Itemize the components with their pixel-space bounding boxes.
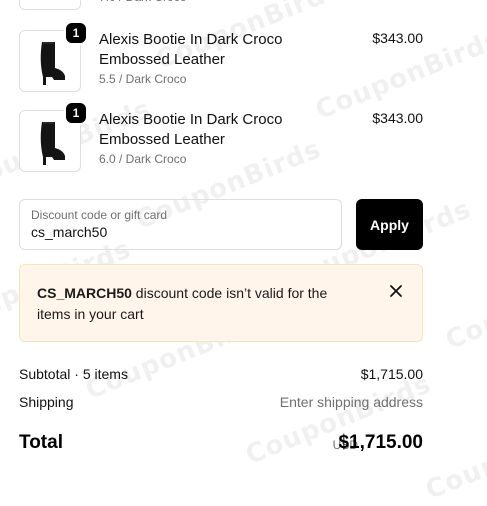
- shipping-label: Shipping: [19, 394, 74, 410]
- total-value: $1,715.00: [338, 432, 423, 453]
- boot-icon: [40, 42, 65, 85]
- item-price: $343.00: [372, 110, 423, 126]
- product-thumbnail: [19, 0, 81, 10]
- shipping-row: Shipping Enter shipping address: [19, 394, 423, 410]
- subtotal-value: $1,715.00: [360, 366, 423, 382]
- watermark: CouponBirds: [421, 404, 487, 506]
- item-variant: 6.0 / Dark Croco: [99, 152, 187, 166]
- apply-discount-button[interactable]: Apply: [356, 199, 423, 250]
- discount-error-banner: CS_MARCH50 discount code isn’t valid for…: [19, 264, 423, 342]
- item-title: Alexis Bootie In Dark Croco Embossed Lea…: [99, 31, 283, 68]
- total-label: Total: [19, 432, 63, 453]
- quantity-badge: 1: [66, 23, 86, 43]
- item-price: $343.00: [372, 30, 423, 46]
- subtotal-label: Subtotal · 5 items: [19, 366, 128, 382]
- error-code: CS_MARCH50: [37, 285, 132, 301]
- quantity-badge: 1: [66, 103, 86, 123]
- discount-field-label: Discount code or gift card: [31, 208, 168, 222]
- close-icon[interactable]: [388, 283, 404, 299]
- product-thumbnail: 1: [19, 103, 86, 172]
- product-thumbnail: 1: [19, 23, 86, 92]
- line-item: 1 Alexis Bootie In Dark Croco Embossed L…: [19, 103, 423, 174]
- line-item: 1 Alexis Bootie In Dark Croco Embossed L…: [19, 23, 423, 94]
- subtotal-row: Subtotal · 5 items $1,715.00: [19, 366, 423, 382]
- boot-icon: [30, 0, 70, 1]
- discount-input[interactable]: cs_march50: [31, 224, 107, 240]
- boot-icon: [40, 122, 65, 165]
- line-item-partial: 7.0 / Dark Croco: [19, 0, 423, 12]
- item-variant: 5.5 / Dark Croco: [99, 72, 187, 86]
- watermark: CouponBirds: [441, 254, 487, 356]
- item-variant: 7.0 / Dark Croco: [99, 0, 186, 4]
- error-message: CS_MARCH50 discount code isn’t valid for…: [37, 283, 357, 325]
- shipping-value: Enter shipping address: [279, 394, 423, 410]
- watermark: CouponBirds: [241, 369, 436, 471]
- item-title: Alexis Bootie In Dark Croco Embossed Lea…: [99, 111, 283, 148]
- discount-code-field[interactable]: Discount code or gift card cs_march50: [19, 199, 342, 250]
